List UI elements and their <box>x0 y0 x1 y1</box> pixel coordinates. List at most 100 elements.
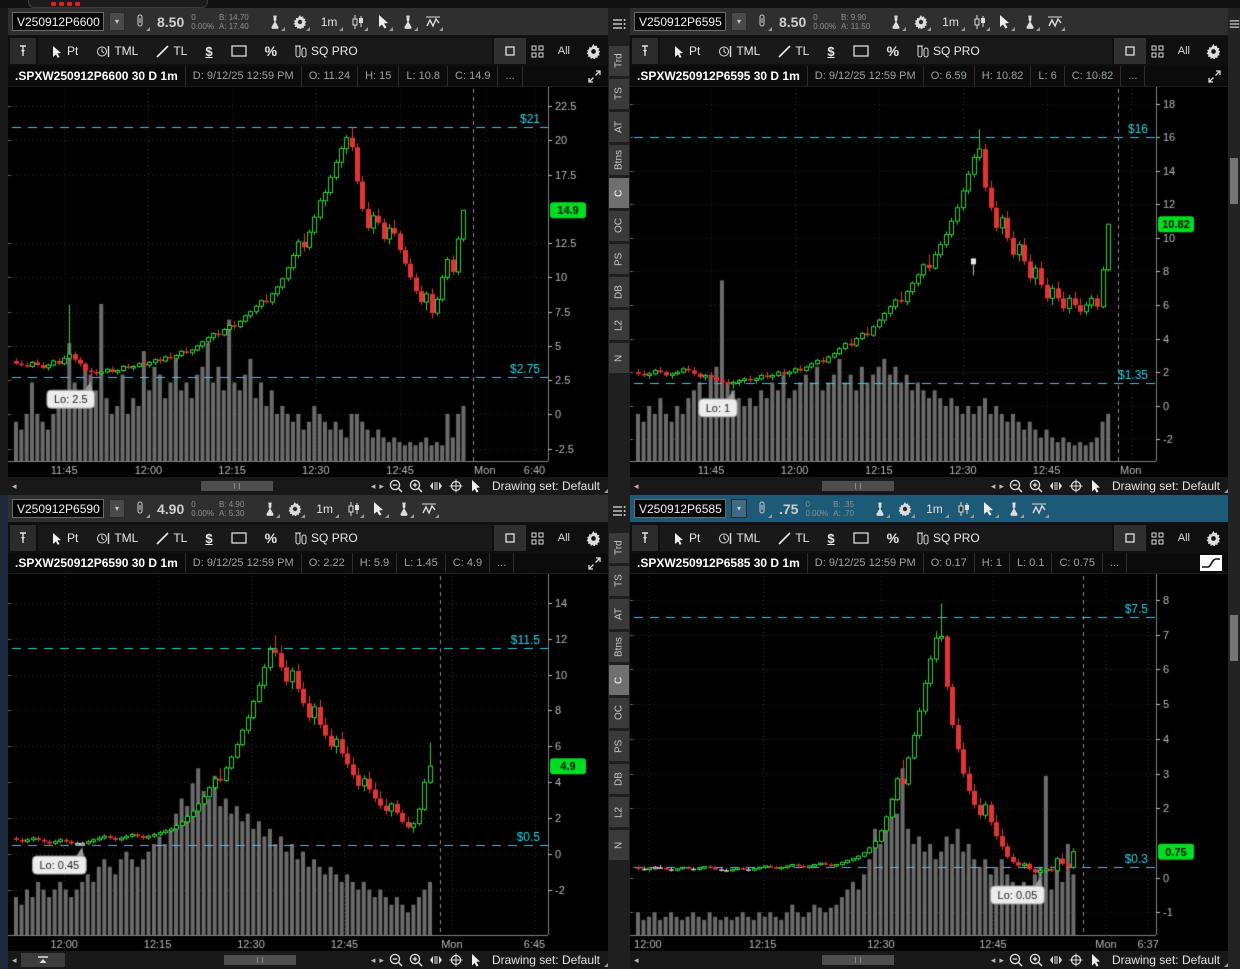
sidebar-tab-at[interactable]: AT <box>609 112 629 142</box>
fit-width-icon[interactable] <box>1048 478 1064 494</box>
price-level-tool-button[interactable]: $ <box>197 526 220 550</box>
scrollbar-track[interactable] <box>21 480 367 492</box>
sidebar-tab-btns[interactable]: Btns <box>609 632 629 662</box>
candlestick-chart-canvas[interactable] <box>630 87 1228 477</box>
rectangle-tool-button[interactable] <box>845 526 877 550</box>
pointer-mode-icon[interactable] <box>468 952 484 968</box>
chart-type-icon[interactable] <box>954 499 974 519</box>
sidebar-tab-ps[interactable]: PS <box>609 731 629 761</box>
sidebar-tab-c[interactable]: C <box>609 178 629 208</box>
flask2-icon[interactable] <box>1020 12 1040 32</box>
percent-tool-button[interactable]: % <box>257 39 285 63</box>
gear-icon[interactable] <box>895 499 915 519</box>
crosshair-icon[interactable] <box>1068 952 1084 968</box>
resize-arrows-icon[interactable] <box>1207 69 1222 84</box>
layout-single-button[interactable] <box>494 38 526 64</box>
pin-button[interactable] <box>10 38 36 64</box>
trendline-tool-button[interactable]: TL <box>148 526 195 550</box>
pointer-tool-button[interactable]: Pt <box>666 39 708 63</box>
sqpro-button[interactable]: SQ PRO <box>287 526 366 550</box>
flask-icon[interactable] <box>260 499 280 519</box>
scrollbar-track[interactable] <box>643 954 987 966</box>
price-level-tool-button[interactable]: $ <box>819 39 842 63</box>
symbol-input[interactable]: V250912P6595 <box>634 12 726 31</box>
sidebar-tab-db[interactable]: DB <box>609 764 629 794</box>
symbol-dropdown-button[interactable]: ▾ <box>731 12 747 31</box>
scrollbar-track[interactable] <box>643 480 987 492</box>
pointer-tool-button[interactable]: Pt <box>44 39 86 63</box>
zoom-out-icon[interactable] <box>388 952 404 968</box>
pattern-icon[interactable] <box>423 12 443 32</box>
fit-width-icon[interactable] <box>428 478 444 494</box>
cursor-icon[interactable] <box>995 12 1015 32</box>
chart-settings-gear-icon[interactable] <box>580 525 606 551</box>
more-ellipsis[interactable]: ... <box>498 66 522 86</box>
candlestick-chart-canvas[interactable] <box>630 574 1228 951</box>
sidebar-tab-at[interactable]: AT <box>609 599 629 629</box>
trendline-tool-button[interactable]: TL <box>770 526 817 550</box>
zoom-in-icon[interactable] <box>1028 952 1044 968</box>
price-level-tool-button[interactable]: $ <box>819 526 842 550</box>
sidebar-tab-ps[interactable]: PS <box>609 244 629 274</box>
chart-plot-area[interactable] <box>8 574 608 951</box>
pattern-icon[interactable] <box>1045 12 1065 32</box>
drawing-set-selector[interactable]: Drawing set: Default <box>488 953 604 967</box>
scroll-step-right[interactable]: ▸ <box>379 955 384 966</box>
gear-icon[interactable] <box>290 12 310 32</box>
pointer-mode-icon[interactable] <box>1088 478 1104 494</box>
vertical-scrollbar-thumb[interactable] <box>1230 615 1238 661</box>
chart-settings-gear-icon[interactable] <box>580 38 606 64</box>
link-icon[interactable] <box>752 499 772 519</box>
flask-icon[interactable] <box>265 12 285 32</box>
sidebar-tab-l2[interactable]: L2 <box>609 310 629 340</box>
scroll-left-arrow[interactable]: ◂ <box>634 955 639 966</box>
chart-plot-area[interactable] <box>8 87 608 477</box>
gear-icon[interactable] <box>285 499 305 519</box>
flask2-icon[interactable] <box>1004 499 1024 519</box>
zoom-in-icon[interactable] <box>1028 478 1044 494</box>
sidebar-tab-ts[interactable]: TS <box>609 566 629 596</box>
fit-width-icon[interactable] <box>1048 952 1064 968</box>
zoom-in-icon[interactable] <box>408 478 424 494</box>
trendline-tool-button[interactable]: TL <box>148 39 195 63</box>
chart-type-icon[interactable] <box>970 12 990 32</box>
cursor-icon[interactable] <box>373 12 393 32</box>
sidebar-tab-l2[interactable]: L2 <box>609 797 629 827</box>
trendline-tool-button[interactable]: TL <box>770 39 817 63</box>
resize-arrows-icon[interactable] <box>587 556 602 571</box>
sidebar-tab-c[interactable]: C <box>609 665 629 695</box>
sidebar-tab-ts[interactable]: TS <box>609 79 629 109</box>
sidebar-tab-trd[interactable]: Trd <box>609 533 629 563</box>
layout-single-button[interactable] <box>1114 38 1146 64</box>
sidebar-tab-db[interactable]: DB <box>609 277 629 307</box>
scroll-step-left[interactable]: ◂ <box>991 955 996 966</box>
zoom-in-icon[interactable] <box>408 952 424 968</box>
sidebar-tab-btns[interactable]: Btns <box>609 145 629 175</box>
scroll-step-left[interactable]: ◂ <box>371 481 376 492</box>
flask-icon[interactable] <box>870 499 890 519</box>
sidebar-tab-n[interactable]: N <box>609 830 629 860</box>
all-button[interactable]: All <box>550 45 578 57</box>
pin-button[interactable] <box>10 525 36 551</box>
pattern-icon[interactable] <box>1029 499 1049 519</box>
rectangle-tool-button[interactable] <box>845 39 877 63</box>
percent-tool-button[interactable]: % <box>257 526 285 550</box>
scrollbar-thumb[interactable] <box>224 955 296 965</box>
more-ellipsis[interactable]: ... <box>1103 553 1127 573</box>
sidebar-tab-n[interactable]: N <box>609 343 629 373</box>
layout-grid-button[interactable] <box>528 528 548 548</box>
symbol-input[interactable]: V250912P6600 <box>12 12 104 31</box>
drawing-set-selector[interactable]: Drawing set: Default <box>488 479 604 493</box>
pointer-tool-button[interactable]: Pt <box>666 526 708 550</box>
drawing-set-selector[interactable]: Drawing set: Default <box>1108 953 1224 967</box>
pointer-mode-icon[interactable] <box>1088 952 1104 968</box>
link-icon[interactable] <box>130 499 150 519</box>
chart-settings-gear-icon[interactable] <box>1200 38 1226 64</box>
menu-icon[interactable] <box>612 501 626 521</box>
flask2-icon[interactable] <box>398 12 418 32</box>
link-icon[interactable] <box>752 12 772 32</box>
symbol-input[interactable]: V250912P6590 <box>12 499 104 518</box>
flask-icon[interactable] <box>886 12 906 32</box>
sidebar-tab-oc[interactable]: OC <box>609 211 629 241</box>
collapsed-panel-tab[interactable] <box>28 0 208 8</box>
